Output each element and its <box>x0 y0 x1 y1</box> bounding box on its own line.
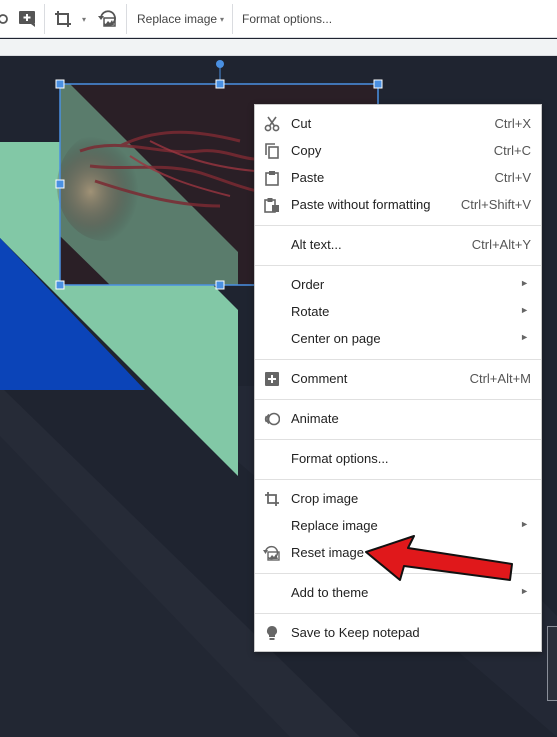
reset-image-icon <box>263 544 281 562</box>
add-comment-button[interactable] <box>16 0 38 38</box>
crop-icon <box>263 490 281 508</box>
resize-handle[interactable] <box>55 280 65 290</box>
menu-item-shortcut: Ctrl+Shift+V <box>460 197 531 212</box>
crop-button[interactable] <box>52 0 74 38</box>
menu-divider <box>255 225 541 226</box>
crop-options-dropdown[interactable]: ▾ <box>79 0 86 38</box>
crop-icon <box>52 8 74 30</box>
menu-item-save-to-keep[interactable]: Save to Keep notepad <box>255 619 541 646</box>
menu-item-shortcut: Ctrl+V <box>494 170 531 185</box>
menu-item-shortcut: Ctrl+Alt+M <box>469 371 531 386</box>
lightbulb-icon <box>263 624 281 642</box>
menu-item-crop-image[interactable]: Crop image <box>255 485 541 512</box>
menu-item-comment[interactable]: Comment Ctrl+Alt+M <box>255 365 541 392</box>
menu-item-paste-without-formatting[interactable]: Paste without formatting Ctrl+Shift+V <box>255 191 541 218</box>
replace-image-button[interactable]: Replace image ▾ <box>137 0 224 38</box>
animate-icon <box>263 410 281 428</box>
resize-handle[interactable] <box>373 79 383 89</box>
submenu-arrow-icon: ► <box>520 278 529 288</box>
partial-toolbar-button[interactable] <box>0 0 16 38</box>
menu-item-copy[interactable]: Copy Ctrl+C <box>255 137 541 164</box>
menu-item-cut[interactable]: Cut Ctrl+X <box>255 110 541 137</box>
resize-handle[interactable] <box>55 79 65 89</box>
menu-item-animate[interactable]: Animate <box>255 405 541 432</box>
menu-item-label: Animate <box>291 411 339 426</box>
submenu-arrow-icon: ► <box>520 586 529 596</box>
resize-handle[interactable] <box>215 79 225 89</box>
menu-item-center-on-page[interactable]: Center on page ► <box>255 325 541 352</box>
comment-plus-icon <box>263 370 281 388</box>
menu-item-label: Copy <box>291 143 322 158</box>
side-panel-edge <box>547 626 557 701</box>
reset-image-icon <box>97 8 119 30</box>
menu-divider <box>255 399 541 400</box>
replace-image-label: Replace image <box>137 12 218 26</box>
toolbar-divider <box>44 4 45 34</box>
menu-item-order[interactable]: Order ► <box>255 271 541 298</box>
submenu-arrow-icon: ► <box>520 332 529 342</box>
copy-icon <box>263 142 281 160</box>
menu-divider <box>255 265 541 266</box>
dropdown-caret-icon: ▾ <box>82 14 87 24</box>
menu-item-label: Save to Keep notepad <box>291 625 420 640</box>
menu-item-label: Paste <box>291 170 325 185</box>
toolbar-divider <box>232 4 233 34</box>
scissors-icon <box>263 115 281 133</box>
menu-item-alt-text[interactable]: Alt text... Ctrl+Alt+Y <box>255 231 541 258</box>
annotation-arrow <box>365 535 513 581</box>
menu-item-label: Crop image <box>291 491 359 506</box>
menu-item-label: Alt text... <box>291 237 342 252</box>
menu-item-shortcut: Ctrl+X <box>494 116 531 131</box>
format-options-button[interactable]: Format options... <box>242 0 332 38</box>
format-options-label: Format options... <box>242 12 333 26</box>
menu-item-rotate[interactable]: Rotate ► <box>255 298 541 325</box>
menu-item-label: Paste without formatting <box>291 197 431 212</box>
chevron-down-icon: ▾ <box>220 14 225 24</box>
resize-handle[interactable] <box>215 280 225 290</box>
reset-image-button[interactable] <box>97 0 119 38</box>
menu-item-label: Rotate <box>291 304 330 319</box>
image-toolbar: ▾ Replace image ▾ Format options... <box>0 0 557 38</box>
menu-item-label: Reset image <box>291 545 364 560</box>
submenu-arrow-icon: ► <box>520 305 529 315</box>
menu-divider <box>255 479 541 480</box>
menu-item-label: Center on page <box>291 331 381 346</box>
paste-plain-icon <box>263 196 281 214</box>
menu-item-label: Order <box>291 277 325 292</box>
resize-handle[interactable] <box>55 179 65 189</box>
menu-item-format-options[interactable]: Format options... <box>255 445 541 472</box>
menu-divider <box>255 439 541 440</box>
menu-item-label: Comment <box>291 371 348 386</box>
menu-divider <box>255 359 541 360</box>
submenu-arrow-icon: ► <box>520 519 529 529</box>
add-comment-icon <box>16 8 38 30</box>
clipboard-icon <box>263 169 281 187</box>
menu-item-shortcut: Ctrl+C <box>493 143 531 158</box>
menu-item-label: Cut <box>291 116 312 131</box>
menu-item-label: Add to theme <box>291 585 369 600</box>
toolbar-divider <box>126 4 127 34</box>
partial-icon <box>0 8 16 30</box>
menu-item-paste[interactable]: Paste Ctrl+V <box>255 164 541 191</box>
rotate-handle[interactable] <box>216 60 224 68</box>
menu-divider <box>255 613 541 614</box>
ruler-strip <box>0 39 557 56</box>
menu-item-shortcut: Ctrl+Alt+Y <box>471 237 531 252</box>
menu-item-label: Format options... <box>291 451 389 466</box>
